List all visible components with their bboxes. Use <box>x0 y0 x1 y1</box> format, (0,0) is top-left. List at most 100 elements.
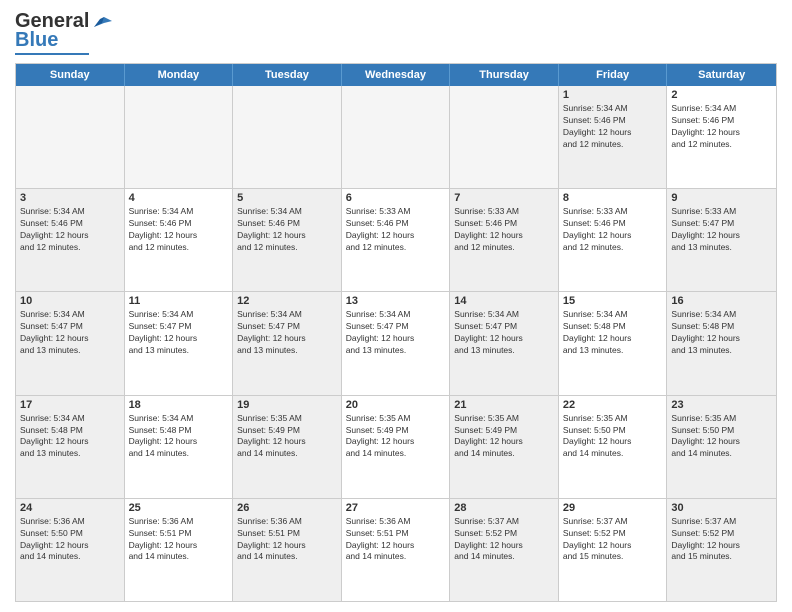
calendar-cell-30: 30 Sunrise: 5:37 AM Sunset: 5:52 PM Dayli… <box>667 499 776 601</box>
calendar-cell-11: 11Sunrise: 5:34 AM Sunset: 5:47 PM Dayli… <box>125 292 234 394</box>
day-info: Sunrise: 5:37 AM Sunset: 5:52 PM Dayligh… <box>671 516 772 564</box>
day-info: Sunrise: 5:36 AM Sunset: 5:50 PM Dayligh… <box>20 516 120 564</box>
calendar-cell-4: 4 Sunrise: 5:34 AM Sunset: 5:46 PM Daylig… <box>125 189 234 291</box>
calendar-cell-12: 12Sunrise: 5:34 AM Sunset: 5:47 PM Dayli… <box>233 292 342 394</box>
day-info: Sunrise: 5:34 AM Sunset: 5:46 PM Dayligh… <box>671 103 772 151</box>
day-info: Sunrise: 5:34 AM Sunset: 5:47 PM Dayligh… <box>129 309 229 357</box>
calendar: SundayMondayTuesdayWednesdayThursdayFrid… <box>15 63 777 602</box>
weekday-header-thursday: Thursday <box>450 64 559 86</box>
day-info: Sunrise: 5:36 AM Sunset: 5:51 PM Dayligh… <box>346 516 446 564</box>
calendar-cell-10: 10 Sunrise: 5:34 AM Sunset: 5:47 PM Dayli… <box>16 292 125 394</box>
day-number: 13 <box>346 295 446 307</box>
day-number: 15 <box>563 295 663 307</box>
day-info: Sunrise: 5:35 AM Sunset: 5:49 PM Dayligh… <box>237 413 337 461</box>
calendar-cell-24: 24 Sunrise: 5:36 AM Sunset: 5:50 PM Dayli… <box>16 499 125 601</box>
day-info: Sunrise: 5:36 AM Sunset: 5:51 PM Dayligh… <box>237 516 337 564</box>
day-number: 7 <box>454 192 554 204</box>
calendar-row-4: 24 Sunrise: 5:36 AM Sunset: 5:50 PM Dayli… <box>16 498 776 601</box>
day-info: Sunrise: 5:34 AM Sunset: 5:47 PM Dayligh… <box>346 309 446 357</box>
calendar-cell-7: 7 Sunrise: 5:33 AM Sunset: 5:46 PM Daylig… <box>450 189 559 291</box>
calendar-cell-empty-0-0 <box>16 86 125 188</box>
day-number: 8 <box>563 192 663 204</box>
calendar-cell-21: 21 Sunrise: 5:35 AM Sunset: 5:49 PM Dayli… <box>450 396 559 498</box>
day-number: 1 <box>563 89 663 101</box>
calendar-cell-9: 9 Sunrise: 5:33 AM Sunset: 5:47 PM Daylig… <box>667 189 776 291</box>
calendar-cell-29: 29 Sunrise: 5:37 AM Sunset: 5:52 PM Dayli… <box>559 499 668 601</box>
day-info: Sunrise: 5:34 AM Sunset: 5:47 PM Dayligh… <box>20 309 120 357</box>
day-number: 23 <box>671 399 772 411</box>
calendar-cell-8: 8 Sunrise: 5:33 AM Sunset: 5:46 PM Daylig… <box>559 189 668 291</box>
calendar-row-0: 1 Sunrise: 5:34 AM Sunset: 5:46 PM Daylig… <box>16 86 776 188</box>
day-info: Sunrise: 5:37 AM Sunset: 5:52 PM Dayligh… <box>454 516 554 564</box>
calendar-cell-14: 14 Sunrise: 5:34 AM Sunset: 5:47 PM Dayli… <box>450 292 559 394</box>
day-number: 9 <box>671 192 772 204</box>
day-info: Sunrise: 5:34 AM Sunset: 5:46 PM Dayligh… <box>237 206 337 254</box>
day-info: Sunrise: 5:34 AM Sunset: 5:48 PM Dayligh… <box>563 309 663 357</box>
weekday-header-sunday: Sunday <box>16 64 125 86</box>
calendar-cell-empty-0-1 <box>125 86 234 188</box>
calendar-row-1: 3 Sunrise: 5:34 AM Sunset: 5:46 PM Daylig… <box>16 188 776 291</box>
calendar-cell-17: 17 Sunrise: 5:34 AM Sunset: 5:48 PM Dayli… <box>16 396 125 498</box>
page-header: General Blue <box>15 10 777 55</box>
calendar-cell-1: 1 Sunrise: 5:34 AM Sunset: 5:46 PM Daylig… <box>559 86 668 188</box>
day-info: Sunrise: 5:33 AM Sunset: 5:46 PM Dayligh… <box>346 206 446 254</box>
day-number: 21 <box>454 399 554 411</box>
calendar-cell-18: 18 Sunrise: 5:34 AM Sunset: 5:48 PM Dayli… <box>125 396 234 498</box>
weekday-header-wednesday: Wednesday <box>342 64 451 86</box>
day-info: Sunrise: 5:37 AM Sunset: 5:52 PM Dayligh… <box>563 516 663 564</box>
calendar-cell-3: 3Sunrise: 5:34 AM Sunset: 5:46 PM Daylig… <box>16 189 125 291</box>
day-info: Sunrise: 5:33 AM Sunset: 5:46 PM Dayligh… <box>563 206 663 254</box>
day-info: Sunrise: 5:34 AM Sunset: 5:48 PM Dayligh… <box>20 413 120 461</box>
calendar-cell-20: 20 Sunrise: 5:35 AM Sunset: 5:49 PM Dayli… <box>342 396 451 498</box>
calendar-cell-23: 23Sunrise: 5:35 AM Sunset: 5:50 PM Dayli… <box>667 396 776 498</box>
weekday-header-monday: Monday <box>125 64 234 86</box>
logo-bird-icon <box>90 13 112 31</box>
day-number: 2 <box>671 89 772 101</box>
day-number: 17 <box>20 399 120 411</box>
weekday-header-friday: Friday <box>559 64 668 86</box>
day-info: Sunrise: 5:34 AM Sunset: 5:47 PM Dayligh… <box>237 309 337 357</box>
calendar-header: SundayMondayTuesdayWednesdayThursdayFrid… <box>16 64 776 86</box>
day-info: Sunrise: 5:35 AM Sunset: 5:49 PM Dayligh… <box>346 413 446 461</box>
day-number: 3 <box>20 192 120 204</box>
calendar-cell-22: 22 Sunrise: 5:35 AM Sunset: 5:50 PM Dayli… <box>559 396 668 498</box>
day-info: Sunrise: 5:35 AM Sunset: 5:50 PM Dayligh… <box>563 413 663 461</box>
calendar-cell-empty-0-3 <box>342 86 451 188</box>
day-info: Sunrise: 5:34 AM Sunset: 5:46 PM Dayligh… <box>563 103 663 151</box>
day-number: 14 <box>454 295 554 307</box>
calendar-cell-25: 25Sunrise: 5:36 AM Sunset: 5:51 PM Dayli… <box>125 499 234 601</box>
day-number: 22 <box>563 399 663 411</box>
calendar-cell-27: 27 Sunrise: 5:36 AM Sunset: 5:51 PM Dayli… <box>342 499 451 601</box>
day-info: Sunrise: 5:34 AM Sunset: 5:47 PM Dayligh… <box>454 309 554 357</box>
day-number: 27 <box>346 502 446 514</box>
day-number: 6 <box>346 192 446 204</box>
day-number: 26 <box>237 502 337 514</box>
day-info: Sunrise: 5:34 AM Sunset: 5:48 PM Dayligh… <box>129 413 229 461</box>
calendar-cell-empty-0-2 <box>233 86 342 188</box>
day-number: 30 <box>671 502 772 514</box>
day-info: Sunrise: 5:34 AM Sunset: 5:48 PM Dayligh… <box>671 309 772 357</box>
calendar-row-3: 17 Sunrise: 5:34 AM Sunset: 5:48 PM Dayli… <box>16 395 776 498</box>
day-info: Sunrise: 5:33 AM Sunset: 5:47 PM Dayligh… <box>671 206 772 254</box>
day-number: 28 <box>454 502 554 514</box>
calendar-cell-16: 16Sunrise: 5:34 AM Sunset: 5:48 PM Dayli… <box>667 292 776 394</box>
day-number: 19 <box>237 399 337 411</box>
calendar-cell-15: 15 Sunrise: 5:34 AM Sunset: 5:48 PM Dayli… <box>559 292 668 394</box>
day-number: 18 <box>129 399 229 411</box>
calendar-cell-13: 13 Sunrise: 5:34 AM Sunset: 5:47 PM Dayli… <box>342 292 451 394</box>
day-number: 4 <box>129 192 229 204</box>
day-info: Sunrise: 5:35 AM Sunset: 5:49 PM Dayligh… <box>454 413 554 461</box>
day-number: 25 <box>129 502 229 514</box>
day-info: Sunrise: 5:33 AM Sunset: 5:46 PM Dayligh… <box>454 206 554 254</box>
day-info: Sunrise: 5:34 AM Sunset: 5:46 PM Dayligh… <box>129 206 229 254</box>
calendar-cell-2: 2 Sunrise: 5:34 AM Sunset: 5:46 PM Daylig… <box>667 86 776 188</box>
day-number: 10 <box>20 295 120 307</box>
logo-blue: Blue <box>15 29 58 52</box>
logo-underline <box>15 53 89 55</box>
weekday-header-tuesday: Tuesday <box>233 64 342 86</box>
day-number: 29 <box>563 502 663 514</box>
day-number: 24 <box>20 502 120 514</box>
calendar-body: 1 Sunrise: 5:34 AM Sunset: 5:46 PM Daylig… <box>16 86 776 601</box>
calendar-cell-28: 28 Sunrise: 5:37 AM Sunset: 5:52 PM Dayli… <box>450 499 559 601</box>
day-number: 20 <box>346 399 446 411</box>
